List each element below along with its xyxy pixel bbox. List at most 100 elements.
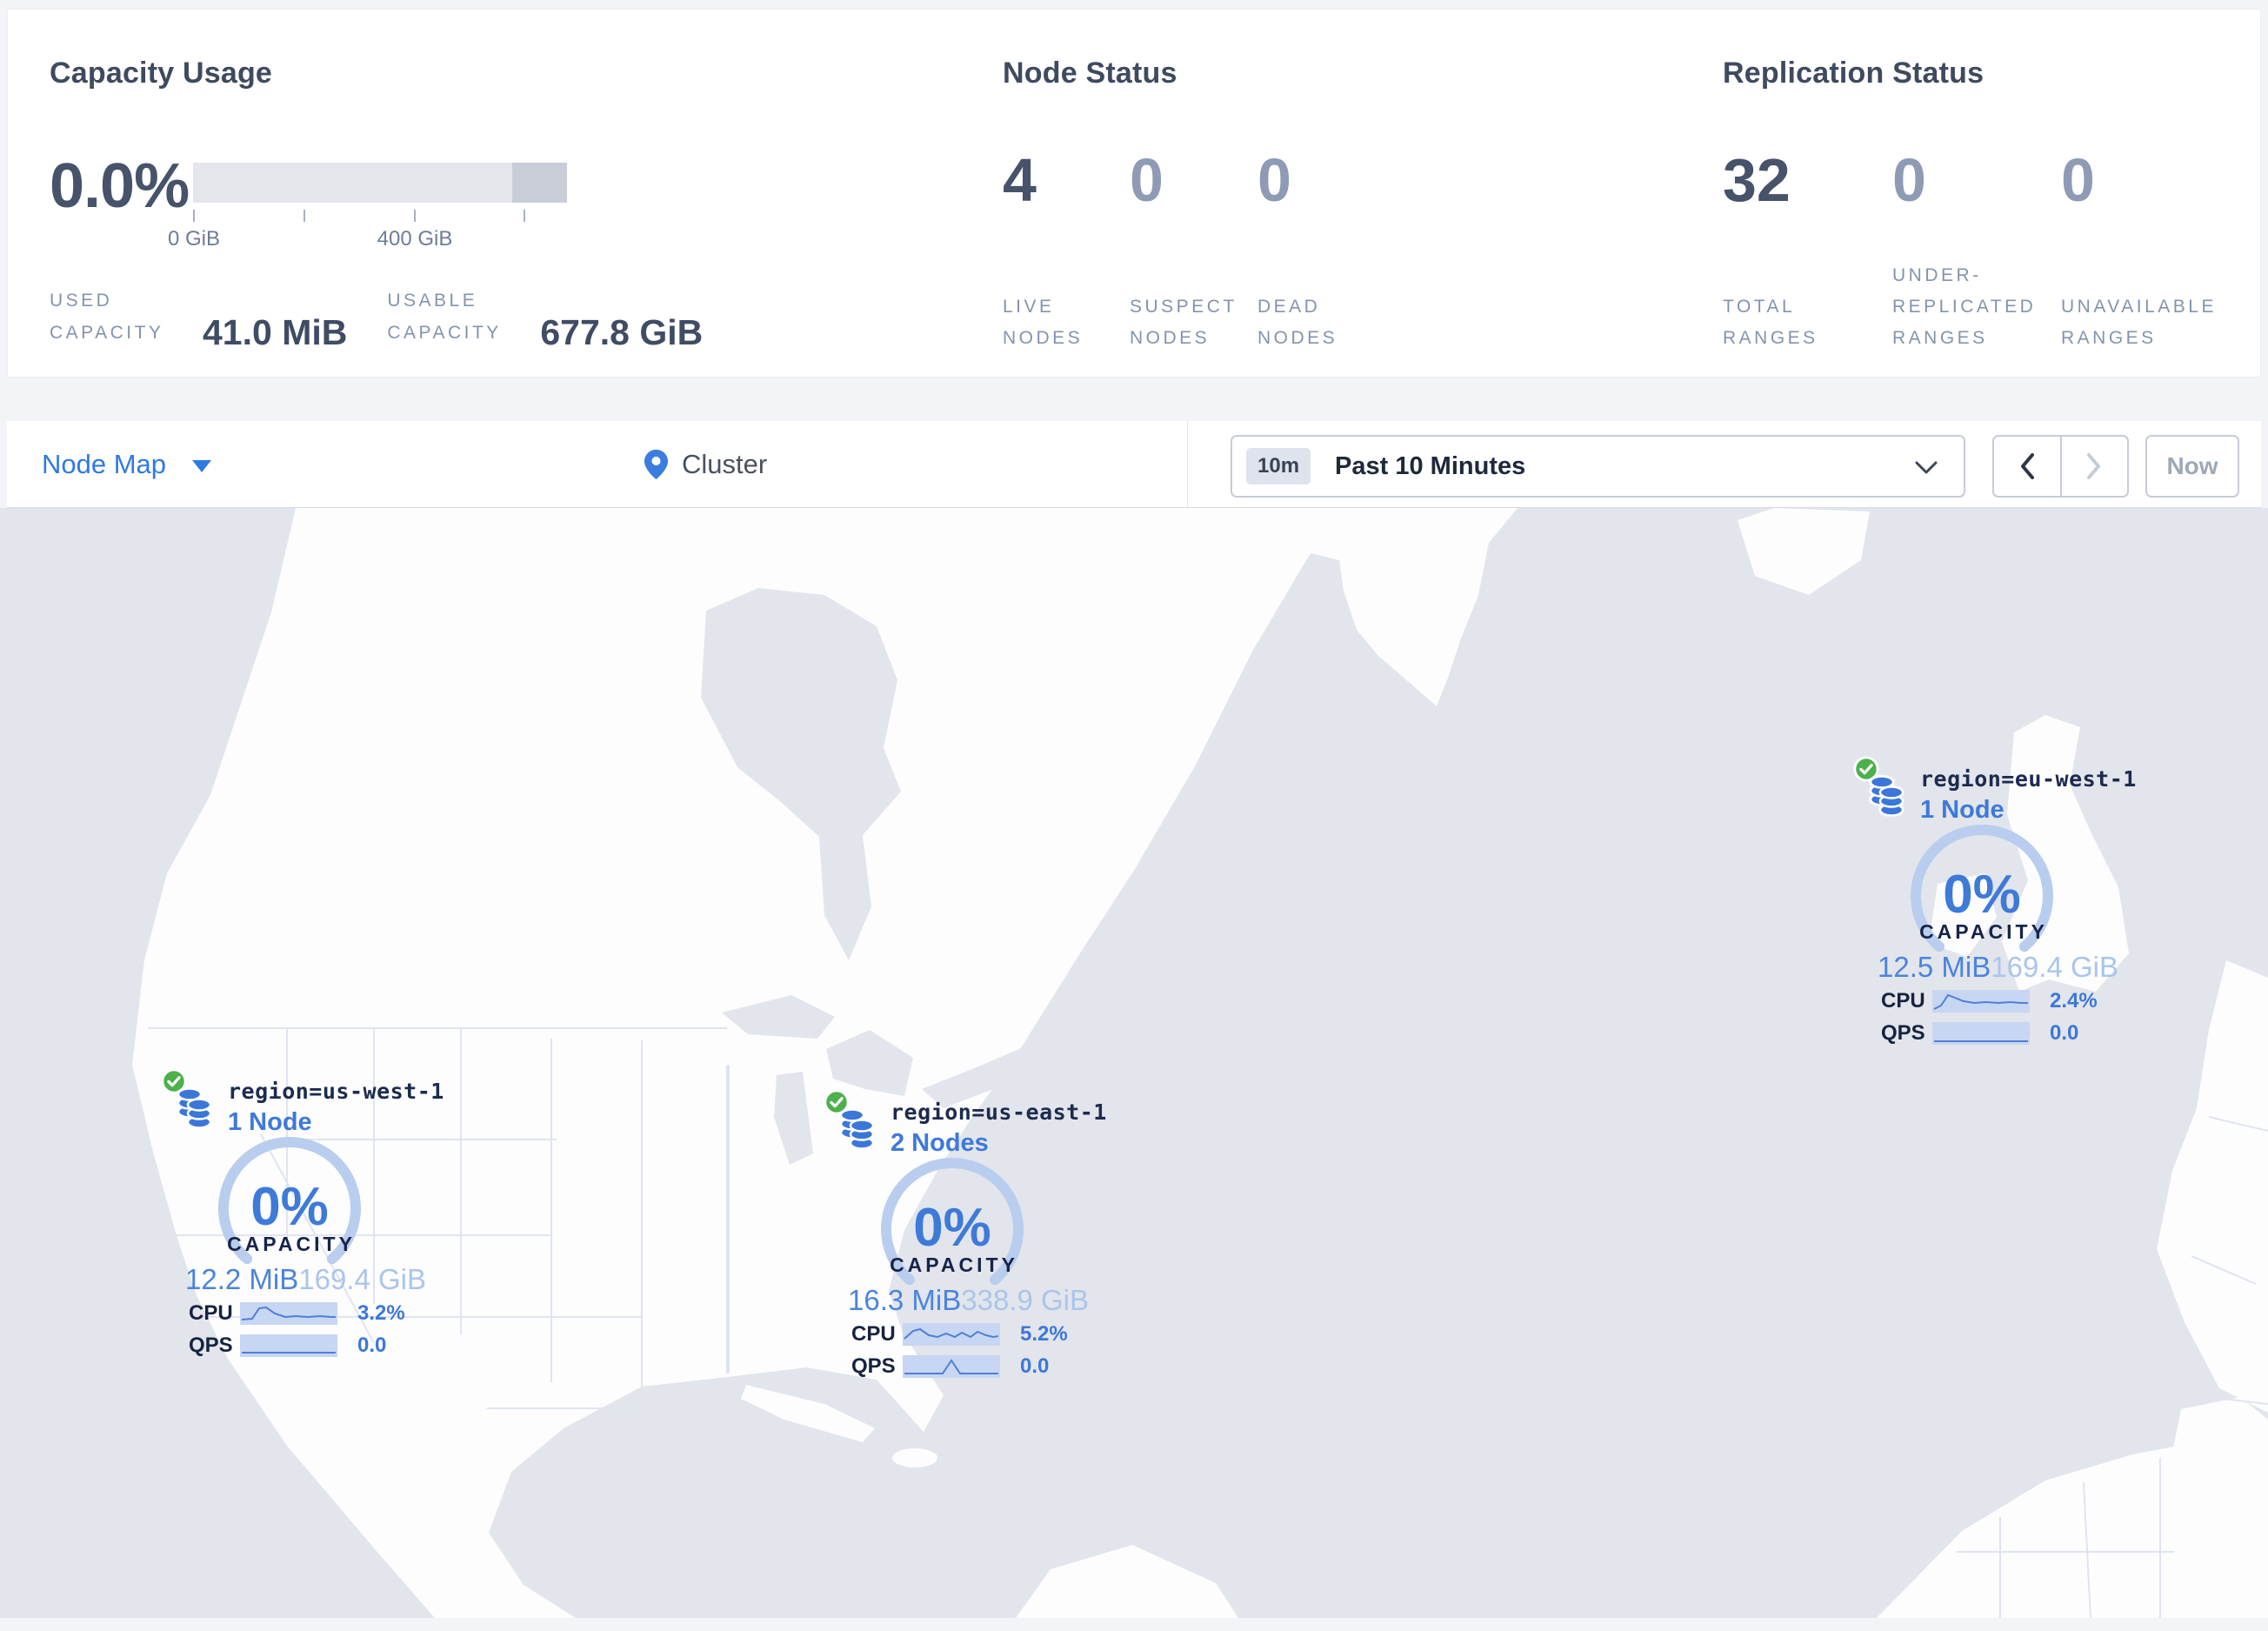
chevron-down-icon bbox=[1915, 461, 1938, 474]
locality-card[interactable]: region=eu-west-1 1 Node 0% Capacity 12.5… bbox=[1853, 756, 2162, 1059]
capacity-total-value: 169.4 GiB bbox=[1991, 951, 2118, 983]
locality-card[interactable]: region=us-west-1 1 Node 0% Capacity 12.2… bbox=[161, 1068, 470, 1371]
gauge-percent: 0% bbox=[250, 1177, 329, 1237]
unavailable-ranges-stat: 0 Unavailable Ranges bbox=[2061, 147, 2235, 354]
dead-nodes-value: 0 bbox=[1257, 146, 1291, 214]
qps-metric-row: QPS 0.0 bbox=[1881, 1019, 2078, 1047]
capacity-used-value: 12.2 MiB bbox=[185, 1263, 299, 1295]
capacity-values: 12.5 MiB 169.4 GiB bbox=[1878, 951, 2118, 984]
time-range-badge: 10m bbox=[1246, 448, 1311, 485]
replication-status-section: Replication Status 32 Total Ranges 0 Und… bbox=[1723, 10, 2262, 377]
qps-value: 0.0 bbox=[1020, 1354, 1050, 1378]
view-selector-dropdown[interactable]: Node Map bbox=[42, 448, 212, 480]
usable-capacity-stat: Usable Capacity 677.8 GiB bbox=[387, 284, 703, 352]
capacity-axis-label: 400 GiB bbox=[377, 227, 453, 251]
cpu-sparkline bbox=[240, 1302, 337, 1325]
suspect-nodes-value: 0 bbox=[1130, 146, 1164, 214]
node-map[interactable]: region=us-west-1 1 Node 0% Capacity 12.2… bbox=[0, 508, 2268, 1618]
qps-sparkline bbox=[240, 1334, 337, 1357]
node-status-section: Node Status 4 Live Nodes 0 Suspect Nodes… bbox=[1003, 10, 1681, 377]
qps-label: QPS bbox=[189, 1334, 233, 1357]
under-replicated-ranges-value: 0 bbox=[1892, 146, 1926, 214]
time-window-nav bbox=[1992, 435, 2129, 498]
locality-card[interactable]: region=us-east-1 2 Nodes 0% Capacity 16.… bbox=[824, 1089, 1132, 1392]
dead-nodes-label: Dead Nodes bbox=[1257, 297, 1338, 348]
gauge-capacity-label: Capacity bbox=[890, 1253, 1018, 1276]
gauge-capacity-label: Capacity bbox=[1919, 920, 2048, 943]
qps-metric-row: QPS 0.0 bbox=[851, 1353, 1049, 1380]
suspect-nodes-label: Suspect Nodes bbox=[1130, 297, 1237, 348]
qps-label: QPS bbox=[1881, 1021, 1925, 1045]
view-selector-label: Node Map bbox=[42, 448, 167, 479]
gauge-percent: 0% bbox=[1943, 865, 2021, 925]
cpu-label: CPU bbox=[1881, 989, 1925, 1013]
qps-sparkline bbox=[1932, 1022, 2030, 1045]
used-capacity-label: Used Capacity bbox=[50, 291, 164, 343]
database-icon bbox=[1869, 775, 1904, 816]
gauge-capacity-label: Capacity bbox=[227, 1233, 356, 1255]
dead-nodes-stat: 0 Dead Nodes bbox=[1257, 147, 1388, 354]
live-nodes-stat: 4 Live Nodes bbox=[1003, 147, 1124, 354]
breadcrumb-label: Cluster bbox=[682, 448, 768, 479]
cluster-summary-panel: Capacity Usage 0.0% 0 GiB 400 GiB Used C… bbox=[7, 9, 2261, 378]
capacity-bar-reserved-segment bbox=[512, 163, 567, 203]
cpu-metric-row: CPU 3.2% bbox=[189, 1300, 405, 1327]
total-ranges-stat: 32 Total Ranges bbox=[1723, 147, 1884, 354]
cpu-metric-row: CPU 5.2% bbox=[851, 1320, 1068, 1348]
qps-sparkline bbox=[903, 1355, 1000, 1378]
locality-name[interactable]: region=eu-west-1 bbox=[1920, 766, 2137, 792]
under-replicated-ranges-stat: 0 Under-replicated Ranges bbox=[1892, 147, 2056, 354]
cpu-value: 5.2% bbox=[1020, 1322, 1068, 1346]
total-ranges-value: 32 bbox=[1723, 146, 1791, 214]
capacity-axis-tick bbox=[193, 210, 195, 222]
capacity-total-value: 169.4 GiB bbox=[298, 1263, 426, 1295]
capacity-axis-tick bbox=[524, 210, 525, 222]
qps-metric-row: QPS 0.0 bbox=[189, 1332, 386, 1360]
caret-down-icon bbox=[192, 459, 212, 472]
cpu-value: 3.2% bbox=[357, 1301, 405, 1325]
replication-status-title: Replication Status bbox=[1723, 57, 1984, 90]
time-prev-button[interactable] bbox=[1994, 437, 2062, 496]
time-range-dropdown[interactable]: 10m Past 10 Minutes bbox=[1231, 435, 1965, 498]
locality-node-count[interactable]: 1 Node bbox=[1920, 796, 2137, 825]
gauge-percent: 0% bbox=[913, 1198, 991, 1258]
time-range-label: Past 10 Minutes bbox=[1335, 451, 1526, 480]
locality-name[interactable]: region=us-west-1 bbox=[228, 1079, 444, 1104]
chevron-left-icon bbox=[2020, 453, 2034, 479]
qps-value: 0.0 bbox=[357, 1334, 387, 1357]
capacity-usage-title: Capacity Usage bbox=[50, 57, 273, 90]
used-capacity-value: 41.0 MiB bbox=[203, 312, 348, 352]
locality-node-count[interactable]: 2 Nodes bbox=[891, 1129, 1107, 1158]
now-button[interactable]: Now bbox=[2145, 435, 2239, 498]
node-status-title: Node Status bbox=[1003, 57, 1177, 90]
capacity-values: 16.3 MiB 338.9 GiB bbox=[848, 1284, 1089, 1317]
qps-label: QPS bbox=[851, 1354, 896, 1378]
capacity-used-value: 12.5 MiB bbox=[1878, 951, 1991, 983]
total-ranges-label: Total Ranges bbox=[1723, 297, 1818, 348]
suspect-nodes-stat: 0 Suspect Nodes bbox=[1130, 147, 1251, 354]
locality-marker: region=eu-west-1 1 Node bbox=[1853, 756, 2140, 824]
cpu-label: CPU bbox=[851, 1322, 896, 1346]
cpu-sparkline bbox=[1932, 990, 2030, 1013]
breadcrumb[interactable]: Cluster bbox=[644, 449, 767, 480]
capacity-percent-value: 0.0% bbox=[50, 151, 190, 221]
usable-capacity-label: Usable Capacity bbox=[387, 291, 502, 343]
toolbar-divider bbox=[1187, 421, 1188, 507]
unavailable-ranges-value: 0 bbox=[2061, 146, 2095, 214]
time-next-button[interactable] bbox=[2062, 437, 2128, 496]
capacity-total-value: 338.9 GiB bbox=[961, 1284, 1089, 1316]
capacity-usage-section: Capacity Usage 0.0% 0 GiB 400 GiB Used C… bbox=[50, 10, 954, 377]
capacity-values: 12.2 MiB 169.4 GiB bbox=[185, 1263, 426, 1296]
cpu-sparkline bbox=[903, 1323, 1000, 1346]
locality-marker: region=us-east-1 2 Nodes bbox=[824, 1089, 1111, 1157]
capacity-bar bbox=[193, 163, 567, 203]
capacity-axis-tick bbox=[414, 210, 416, 222]
usable-capacity-value: 677.8 GiB bbox=[540, 312, 704, 352]
live-nodes-label: Live Nodes bbox=[1003, 297, 1084, 348]
unavailable-ranges-label: Unavailable Ranges bbox=[2061, 297, 2217, 348]
under-replicated-ranges-label: Under-replicated Ranges bbox=[1892, 265, 2037, 348]
cpu-metric-row: CPU 2.4% bbox=[1881, 987, 2098, 1015]
locality-node-count[interactable]: 1 Node bbox=[228, 1108, 444, 1137]
database-icon bbox=[177, 1087, 211, 1128]
locality-name[interactable]: region=us-east-1 bbox=[891, 1100, 1107, 1125]
